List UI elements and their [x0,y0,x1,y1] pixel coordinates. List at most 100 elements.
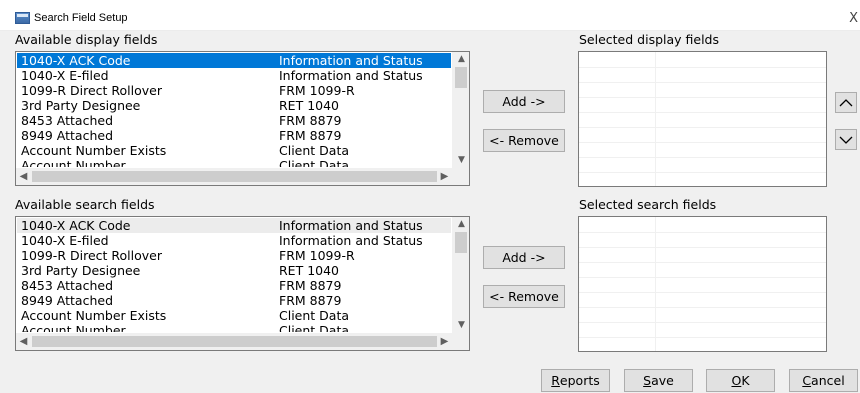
field-name: 3rd Party Designee [21,98,141,113]
field-category: Client Data [279,158,350,167]
window-title: Search Field Setup [34,12,128,24]
selected-search-fields-list[interactable] [578,216,827,352]
field-name: Account Number Exists [21,143,167,158]
list-item[interactable]: 1099-R Direct Rollover FRM 1099-R [17,83,451,98]
horizontal-scrollbar[interactable]: ◀ ▶ [16,333,452,350]
grid-row-line [579,262,826,263]
field-name: 1040-X ACK Code [21,53,131,68]
field-name: 1040-X E-filed [21,233,109,248]
add-display-field-button[interactable]: Add -> [483,90,565,113]
field-category: Client Data [279,308,350,323]
grid-column-line [655,52,656,186]
list-item[interactable]: Account Number Client Data [17,158,451,167]
ok-button[interactable]: OK [706,369,775,392]
cancel-button-mnemonic: C [802,373,812,388]
field-name: Account Number [21,158,126,167]
scroll-thumb[interactable] [32,336,437,347]
field-category: FRM 1099-R [279,248,355,263]
list-item[interactable]: Account Number Client Data [17,323,451,332]
grid-row-line [579,322,826,323]
reports-button[interactable]: Reports [541,369,610,392]
list-item[interactable]: Account Number Exists Client Data [17,308,451,323]
scroll-left-icon[interactable]: ◀ [16,333,31,350]
grid-row-line [579,292,826,293]
list-item[interactable]: 1040-X E-filed Information and Status [17,233,451,248]
field-name: 8453 Attached [21,113,113,128]
save-button-mnemonic: S [643,373,652,388]
field-name: Account Number Exists [21,308,167,323]
selected-display-fields-list[interactable] [578,51,827,187]
field-category: FRM 8879 [279,293,342,308]
list-item[interactable]: 8949 Attached FRM 8879 [17,293,451,308]
grid-row-line [579,157,826,158]
list-item[interactable]: 3rd Party Designee RET 1040 [17,263,451,278]
list-item[interactable]: 3rd Party Designee RET 1040 [17,98,451,113]
horizontal-scrollbar[interactable]: ◀ ▶ [16,168,452,185]
cancel-button-label: ancel [811,373,845,388]
grid-row-line [579,277,826,278]
chevron-down-icon [839,136,853,144]
field-name: 1040-X E-filed [21,68,109,83]
grid-row-line [579,112,826,113]
save-button-label: ave [651,373,674,388]
scroll-up-icon[interactable]: ▲ [453,52,469,67]
title-bar[interactable]: Search Field Setup X [0,0,860,31]
scroll-thumb[interactable] [455,67,467,88]
grid-row-line [579,97,826,98]
available-display-fields-list[interactable]: 1040-X ACK Code Information and Status 104… [15,51,470,186]
field-category: FRM 8879 [279,113,342,128]
field-name: 8949 Attached [21,128,113,143]
selected-display-grid [579,52,826,186]
field-category: Client Data [279,143,350,158]
vertical-scrollbar[interactable]: ▲ ▼ [452,52,469,168]
list-item[interactable]: 8949 Attached FRM 8879 [17,128,451,143]
scroll-right-icon[interactable]: ▶ [437,333,452,350]
list-item[interactable]: 1040-X ACK Code Information and Status [17,53,451,68]
field-category: RET 1040 [279,98,340,113]
reports-button-label: eports [559,373,600,388]
grid-row-line [579,142,826,143]
remove-search-field-button[interactable]: <- Remove [483,285,565,308]
scroll-right-icon[interactable]: ▶ [437,168,452,185]
remove-display-field-button[interactable]: <- Remove [483,129,565,152]
selected-display-fields-label: Selected display fields [579,32,720,47]
window-icon [15,12,30,24]
scroll-left-icon[interactable]: ◀ [16,168,31,185]
list-item[interactable]: 1040-X ACK Code Information and Status [17,218,451,233]
list-item[interactable]: Account Number Exists Client Data [17,143,451,158]
available-search-fields-list[interactable]: 1040-X ACK Code Information and Status 104… [15,216,470,351]
move-up-button[interactable] [835,92,857,113]
scroll-thumb[interactable] [455,232,467,253]
list-item[interactable]: 1040-X E-filed Information and Status [17,68,451,83]
add-search-field-button[interactable]: Add -> [483,246,565,269]
field-name: Account Number [21,323,126,332]
chevron-up-icon [839,98,853,106]
move-down-button[interactable] [835,129,857,150]
vertical-scrollbar[interactable]: ▲ ▼ [452,217,469,333]
list-item[interactable]: 1099-R Direct Rollover FRM 1099-R [17,248,451,263]
search-field-setup-window: Search Field Setup X Available display f… [0,0,860,393]
available-display-fields-rows: 1040-X ACK Code Information and Status 104… [17,53,451,167]
field-category: Information and Status [279,68,423,83]
selected-search-fields-label: Selected search fields [579,197,717,212]
scroll-up-icon[interactable]: ▲ [453,217,469,232]
list-item[interactable]: 8453 Attached FRM 8879 [17,113,451,128]
list-item[interactable]: 8453 Attached FRM 8879 [17,278,451,293]
grid-row-line [579,67,826,68]
field-category: FRM 8879 [279,278,342,293]
reports-button-mnemonic: R [551,373,560,388]
save-button[interactable]: Save [624,369,693,392]
scrollbar-corner [452,333,469,350]
field-category: FRM 1099-R [279,83,355,98]
scroll-down-icon[interactable]: ▼ [453,153,469,168]
grid-column-line [655,217,656,351]
field-category: Information and Status [279,233,423,248]
scroll-down-icon[interactable]: ▼ [453,318,469,333]
close-icon[interactable]: X [849,11,858,26]
available-search-fields-rows: 1040-X ACK Code Information and Status 104… [17,218,451,332]
grid-row-line [579,172,826,173]
ok-button-mnemonic: O [731,373,742,388]
scroll-thumb[interactable] [32,171,437,182]
grid-row-line [579,82,826,83]
cancel-button[interactable]: Cancel [789,369,858,392]
